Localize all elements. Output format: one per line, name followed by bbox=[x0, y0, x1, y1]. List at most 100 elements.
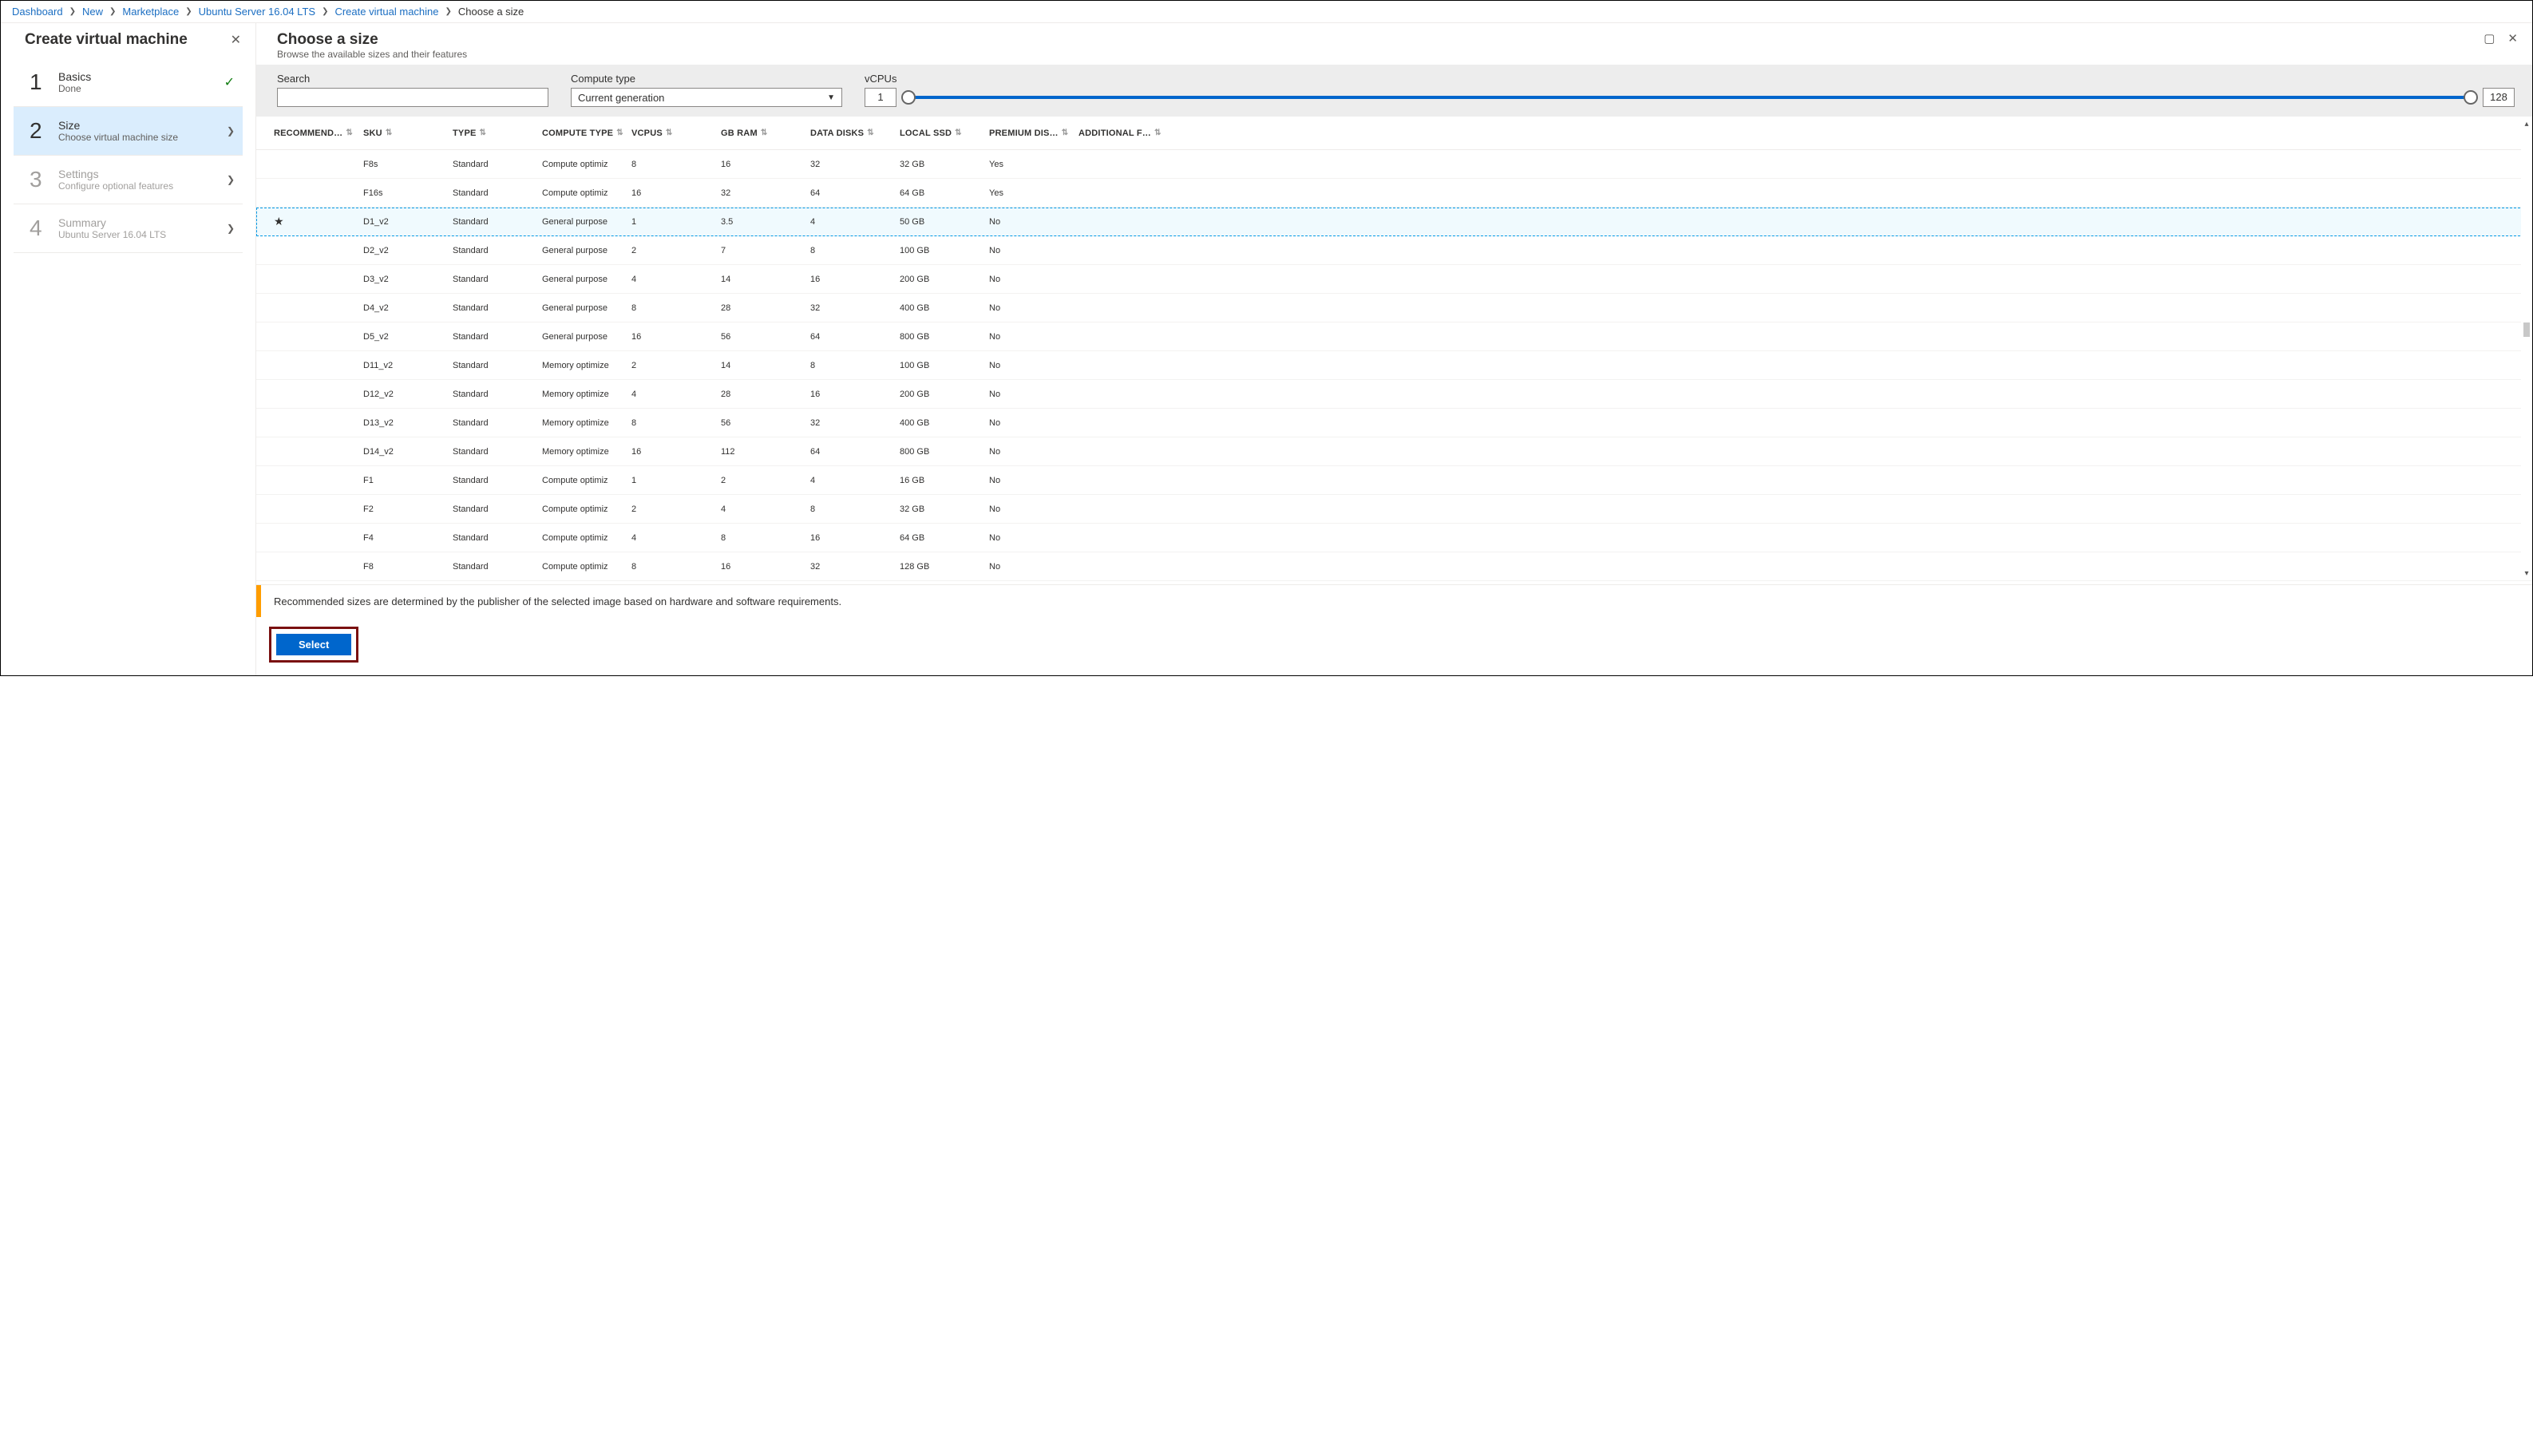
search-input[interactable] bbox=[277, 88, 548, 107]
cell-local-ssd: 128 GB bbox=[900, 562, 989, 572]
table-row[interactable]: D2_v2StandardGeneral purpose278100 GBNo bbox=[256, 236, 2532, 265]
cell-vcpus: 2 bbox=[631, 246, 721, 255]
table-row[interactable]: F1StandardCompute optimiz12416 GBNo bbox=[256, 466, 2532, 495]
wizard-step-size[interactable]: 2SizeChoose virtual machine size❯ bbox=[14, 107, 243, 156]
cell-sku: D1_v2 bbox=[363, 217, 453, 227]
column-header-data-disks[interactable]: DATA DISKS⇅ bbox=[810, 129, 900, 138]
cell-compute-type: General purpose bbox=[542, 332, 631, 342]
compute-type-value: Current generation bbox=[578, 92, 664, 104]
column-header-type[interactable]: TYPE⇅ bbox=[453, 129, 542, 138]
cell-local-ssd: 100 GB bbox=[900, 361, 989, 370]
cell-vcpus: 8 bbox=[631, 562, 721, 572]
breadcrumb-link[interactable]: Create virtual machine bbox=[334, 6, 438, 18]
cell-data-disks: 32 bbox=[810, 160, 900, 169]
sort-icon: ⇅ bbox=[386, 129, 393, 137]
cell-type: Standard bbox=[453, 504, 542, 514]
sort-icon: ⇅ bbox=[1154, 129, 1162, 137]
column-header-ram[interactable]: GB RAM⇅ bbox=[721, 129, 810, 138]
cell-local-ssd: 400 GB bbox=[900, 418, 989, 428]
cell-local-ssd: 50 GB bbox=[900, 217, 989, 227]
table-row[interactable]: F8StandardCompute optimiz81632128 GBNo bbox=[256, 552, 2532, 581]
wizard-title: Create virtual machine bbox=[25, 31, 188, 49]
table-row[interactable]: F2StandardCompute optimiz24832 GBNo bbox=[256, 495, 2532, 524]
step-title: Summary bbox=[58, 216, 227, 229]
table-row[interactable]: F4StandardCompute optimiz481664 GBNo bbox=[256, 524, 2532, 552]
scroll-up-icon[interactable]: ▴ bbox=[2524, 117, 2528, 132]
cell-compute-type: Compute optimiz bbox=[542, 533, 631, 543]
wizard-step-basics[interactable]: 1BasicsDone✓ bbox=[14, 58, 243, 107]
cell-sku: F2 bbox=[363, 504, 453, 514]
wizard-step-summary: 4SummaryUbuntu Server 16.04 LTS❯ bbox=[14, 204, 243, 253]
cell-premium-disk: No bbox=[989, 217, 1079, 227]
cell-ram: 14 bbox=[721, 275, 810, 284]
cell-vcpus: 8 bbox=[631, 418, 721, 428]
cell-premium-disk: No bbox=[989, 504, 1079, 514]
table-row[interactable]: D5_v2StandardGeneral purpose165664800 GB… bbox=[256, 322, 2532, 351]
cell-local-ssd: 64 GB bbox=[900, 533, 989, 543]
cell-vcpus: 4 bbox=[631, 390, 721, 399]
chevron-right-icon: ❯ bbox=[322, 7, 328, 16]
column-header-recommended[interactable]: RECOMMEND…⇅ bbox=[274, 129, 363, 138]
cell-compute-type: General purpose bbox=[542, 275, 631, 284]
table-row[interactable]: D4_v2StandardGeneral purpose82832400 GBN… bbox=[256, 294, 2532, 322]
cell-data-disks: 16 bbox=[810, 390, 900, 399]
cell-ram: 16 bbox=[721, 160, 810, 169]
close-icon[interactable]: ✕ bbox=[231, 32, 241, 48]
vcpu-label: vCPUs bbox=[865, 73, 2515, 85]
cell-vcpus: 8 bbox=[631, 160, 721, 169]
cell-vcpus: 4 bbox=[631, 533, 721, 543]
cell-sku: F16s bbox=[363, 188, 453, 198]
cell-premium-disk: No bbox=[989, 476, 1079, 485]
breadcrumb-link[interactable]: Ubuntu Server 16.04 LTS bbox=[199, 6, 315, 18]
cell-ram: 4 bbox=[721, 504, 810, 514]
cell-vcpus: 1 bbox=[631, 476, 721, 485]
table-row[interactable]: D13_v2StandardMemory optimize85632400 GB… bbox=[256, 409, 2532, 437]
column-header-vcpus[interactable]: VCPUS⇅ bbox=[631, 129, 721, 138]
cell-premium-disk: No bbox=[989, 275, 1079, 284]
table-row[interactable]: F8sStandardCompute optimiz8163232 GBYes bbox=[256, 150, 2532, 179]
select-button-highlight: Select bbox=[269, 627, 358, 663]
vcpu-slider[interactable] bbox=[904, 88, 2475, 107]
cell-type: Standard bbox=[453, 275, 542, 284]
cell-type: Standard bbox=[453, 476, 542, 485]
scrollbar[interactable]: ▴ ▾ bbox=[2521, 117, 2532, 581]
scroll-thumb[interactable] bbox=[2523, 322, 2530, 337]
scroll-down-icon[interactable]: ▾ bbox=[2524, 566, 2528, 581]
table-row[interactable]: D3_v2StandardGeneral purpose41416200 GBN… bbox=[256, 265, 2532, 294]
table-row[interactable]: D14_v2StandardMemory optimize1611264800 … bbox=[256, 437, 2532, 466]
cell-data-disks: 4 bbox=[810, 476, 900, 485]
table-row[interactable]: D11_v2StandardMemory optimize2148100 GBN… bbox=[256, 351, 2532, 380]
step-subtitle: Done bbox=[58, 83, 224, 94]
sort-icon: ⇅ bbox=[1062, 129, 1069, 137]
close-icon[interactable]: ✕ bbox=[2507, 31, 2518, 46]
cell-sku: F4 bbox=[363, 533, 453, 543]
vcpu-min-input[interactable]: 1 bbox=[865, 88, 896, 107]
compute-type-select[interactable]: Current generation ▼ bbox=[571, 88, 842, 107]
vcpu-max-input[interactable]: 128 bbox=[2483, 88, 2515, 107]
cell-ram: 28 bbox=[721, 303, 810, 313]
cell-sku: D12_v2 bbox=[363, 390, 453, 399]
maximize-icon[interactable]: ▢ bbox=[2484, 31, 2495, 46]
select-button[interactable]: Select bbox=[276, 634, 351, 655]
column-header-sku[interactable]: SKU⇅ bbox=[363, 129, 453, 138]
table-row[interactable]: F16sStandardCompute optimiz16326464 GBYe… bbox=[256, 179, 2532, 208]
column-header-premium-disk[interactable]: PREMIUM DIS…⇅ bbox=[989, 129, 1079, 138]
column-header-additional[interactable]: ADDITIONAL F…⇅ bbox=[1079, 129, 1168, 138]
breadcrumb-link[interactable]: New bbox=[82, 6, 103, 18]
cell-data-disks: 16 bbox=[810, 275, 900, 284]
chevron-right-icon: ❯ bbox=[227, 223, 235, 234]
table-row[interactable]: ★D1_v2StandardGeneral purpose13.5450 GBN… bbox=[256, 208, 2532, 236]
slider-handle-min[interactable] bbox=[901, 90, 916, 105]
cell-compute-type: General purpose bbox=[542, 303, 631, 313]
table-row[interactable]: D12_v2StandardMemory optimize42816200 GB… bbox=[256, 380, 2532, 409]
breadcrumb-link[interactable]: Marketplace bbox=[122, 6, 179, 18]
cell-data-disks: 32 bbox=[810, 303, 900, 313]
cell-sku: F8 bbox=[363, 562, 453, 572]
column-header-compute-type[interactable]: COMPUTE TYPE⇅ bbox=[542, 129, 631, 138]
breadcrumb-link[interactable]: Dashboard bbox=[12, 6, 63, 18]
cell-local-ssd: 100 GB bbox=[900, 246, 989, 255]
column-header-local-ssd[interactable]: LOCAL SSD⇅ bbox=[900, 129, 989, 138]
cell-type: Standard bbox=[453, 562, 542, 572]
slider-handle-max[interactable] bbox=[2464, 90, 2478, 105]
cell-type: Standard bbox=[453, 217, 542, 227]
